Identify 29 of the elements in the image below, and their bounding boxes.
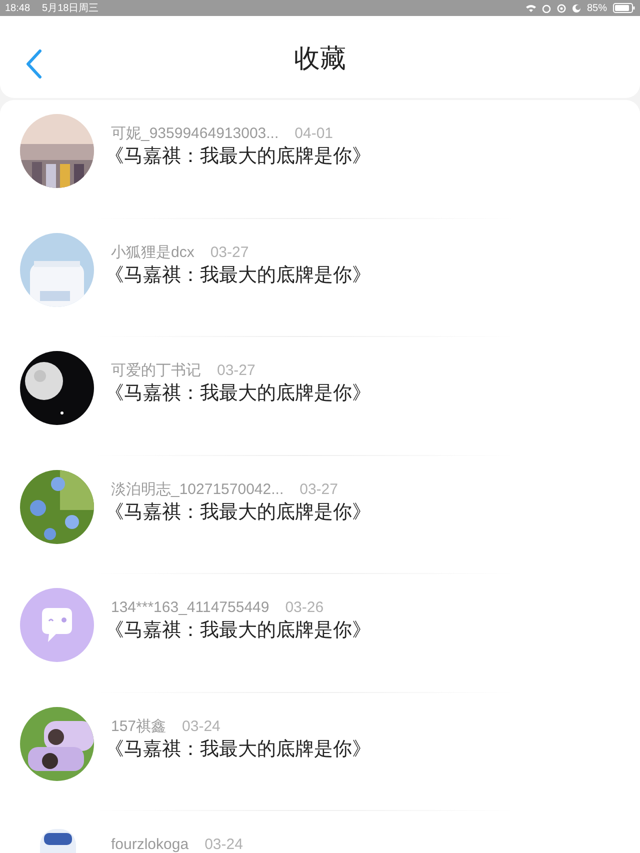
date: 03-24 [204, 836, 243, 853]
moon-icon [572, 4, 581, 12]
user-name: fourzlokoga [111, 836, 189, 853]
item-title[interactable]: 《马嘉祺：我最大的底牌是你》 [105, 145, 371, 169]
status-date: 5月18日周三 [42, 2, 99, 16]
user-name: 可爱的丁书记 [111, 362, 201, 380]
back-icon[interactable] [25, 49, 43, 79]
user-name: 可妮_93599464913003... [111, 125, 279, 143]
item-title[interactable]: 《马嘉祺：我最大的底牌是你》 [105, 500, 371, 524]
user-name: 134***163_4114755449 [111, 599, 270, 617]
user-name: 小狐狸是dcx [111, 244, 194, 262]
avatar-chat-icon [20, 588, 94, 662]
date: 03-27 [210, 244, 249, 262]
item-title[interactable]: 《马嘉祺：我最大的底牌是你》 [105, 382, 371, 406]
wifi-icon [526, 4, 536, 12]
battery-percent: 85% [586, 2, 607, 16]
battery-icon [613, 3, 635, 13]
date: 03-26 [285, 599, 324, 617]
date: 03-27 [217, 362, 256, 380]
status-time: 18:48 [5, 2, 30, 16]
date: 03-24 [182, 718, 220, 736]
item-title[interactable]: 《马嘉祺：我最大的底牌是你》 [105, 619, 371, 643]
date: 03-27 [300, 480, 338, 498]
page-title: 收藏 [294, 42, 346, 74]
user-name: 157祺鑫 [111, 718, 166, 736]
date: 04-01 [294, 125, 334, 143]
item-title[interactable]: 《马嘉祺：我最大的底牌是你》 [105, 264, 371, 288]
item-title[interactable]: 《马嘉祺：我最大的底牌是你》 [105, 738, 371, 762]
user-name: 淡泊明志_10271570042... [111, 480, 284, 498]
